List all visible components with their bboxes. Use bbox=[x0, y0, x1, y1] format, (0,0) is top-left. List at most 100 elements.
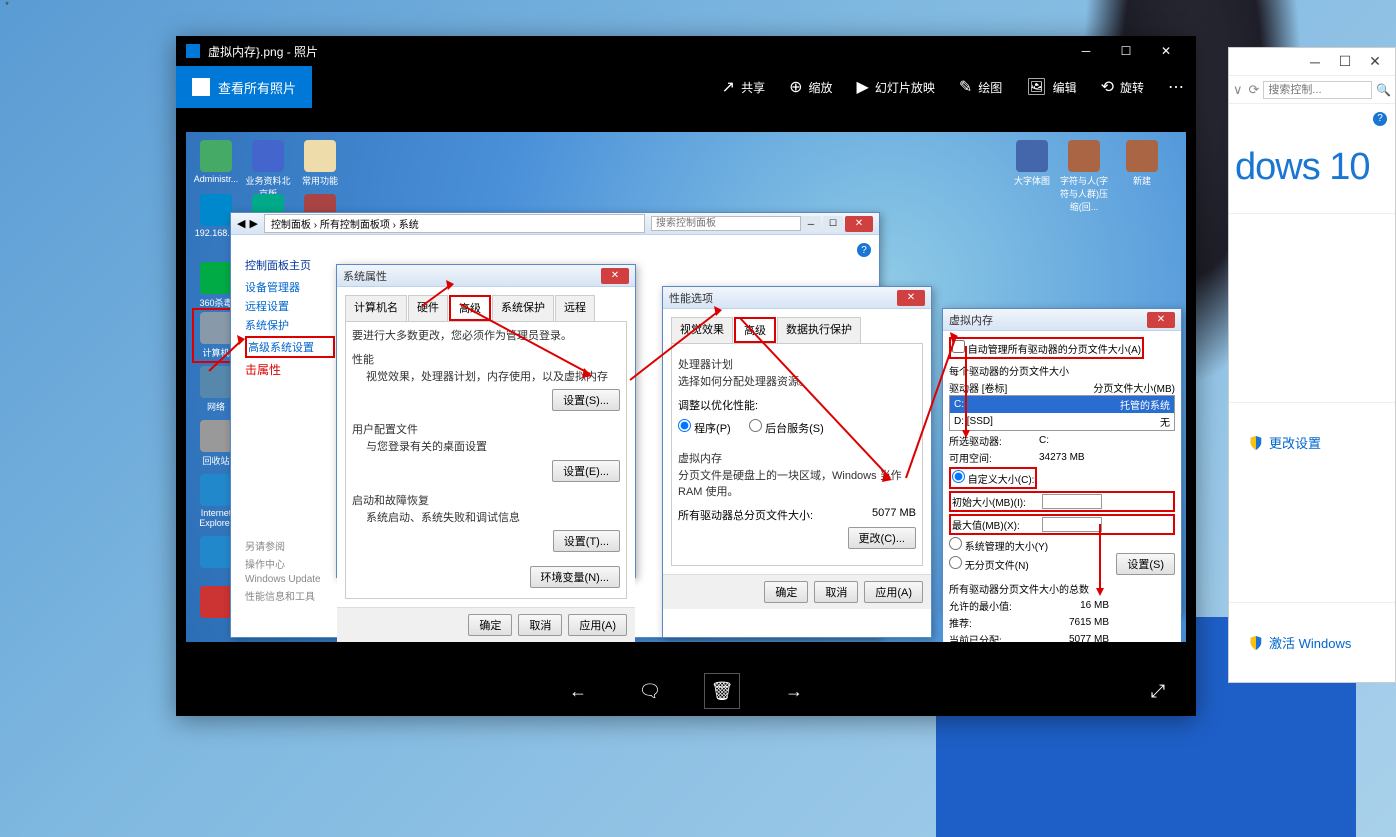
total-label: 所有驱动器总分页文件大小: bbox=[678, 507, 813, 523]
desktop-icon[interactable]: Administr... bbox=[192, 140, 240, 184]
change-settings-link[interactable]: 更改设置 bbox=[1229, 427, 1395, 458]
close-button[interactable]: ✕ bbox=[845, 216, 873, 232]
apply-button[interactable]: 应用(A) bbox=[864, 581, 923, 603]
init-size-input[interactable] bbox=[1042, 494, 1102, 509]
nav-forward-icon[interactable]: ▶ bbox=[249, 217, 257, 230]
change-button[interactable]: 更改(C)... bbox=[848, 527, 916, 549]
delete-button[interactable]: 🗑 bbox=[704, 673, 740, 709]
desktop-icon[interactable]: 新建 bbox=[1118, 140, 1166, 187]
sidebar-link[interactable]: 设备管理器 bbox=[245, 279, 335, 295]
drive-list[interactable]: C:托管的系统 D: [SSD]无 bbox=[949, 395, 1175, 431]
tab[interactable]: 远程 bbox=[555, 295, 595, 321]
help-icon[interactable]: ? bbox=[857, 243, 871, 257]
search-input[interactable] bbox=[1263, 81, 1372, 99]
group-desc: 分页文件是硬盘上的一块区域，Windows 当作 RAM 使用。 bbox=[678, 468, 916, 501]
tab[interactable]: 硬件 bbox=[408, 295, 448, 321]
total-value: 5077 MB bbox=[872, 507, 916, 523]
dialog-title: 系统属性 bbox=[343, 268, 601, 284]
help-icon[interactable]: ? bbox=[1373, 112, 1387, 126]
group-title: 性能 bbox=[352, 351, 620, 367]
max-size-input[interactable] bbox=[1042, 517, 1102, 532]
desktop-icon[interactable]: 业务资料北京版 bbox=[244, 140, 292, 200]
close-button[interactable]: ✕ bbox=[897, 290, 925, 306]
set-button[interactable]: 设置(S) bbox=[1116, 553, 1175, 575]
no-page-radio[interactable]: 无分页文件(N) bbox=[949, 556, 1116, 572]
fullscreen-button[interactable]: ⤢ bbox=[1140, 673, 1176, 709]
tab[interactable]: 视觉效果 bbox=[671, 317, 733, 343]
annotation-text: 击属性 bbox=[245, 361, 335, 378]
zoom-button[interactable]: ⊕缩放 bbox=[777, 66, 844, 108]
previous-button[interactable]: ← bbox=[560, 673, 596, 709]
tab-advanced[interactable]: 高级 bbox=[734, 317, 776, 343]
close-button[interactable]: ✕ bbox=[601, 268, 629, 284]
refresh-icon[interactable]: ⟳ bbox=[1249, 82, 1260, 98]
draw-button[interactable]: ✎绘图 bbox=[947, 66, 1014, 108]
dropdown-icon[interactable]: ∨ bbox=[1233, 82, 1243, 98]
group-desc: 选择如何分配处理器资源。 bbox=[678, 374, 916, 391]
sys-managed-radio[interactable]: 系统管理的大小(Y) bbox=[949, 542, 1048, 553]
minimize-button[interactable]: ─ bbox=[801, 216, 821, 232]
desktop-icon[interactable]: 字符与人(字符与人群)压缩(回... bbox=[1058, 140, 1110, 213]
maximize-button[interactable]: ☐ bbox=[823, 216, 843, 232]
rec-label: 推荐: bbox=[949, 615, 1039, 630]
sidebar-link[interactable]: 操作中心 bbox=[245, 556, 335, 571]
tab[interactable]: 计算机名 bbox=[345, 295, 407, 321]
photos-toolbar: 查看所有照片 ↗共享 ⊕缩放 ▶幻灯片放映 ✎绘图 🖼编辑 ⟲旋转 ⋯ bbox=[176, 66, 1196, 108]
view-all-photos-button[interactable]: 查看所有照片 bbox=[176, 66, 312, 108]
more-button[interactable]: ⋯ bbox=[1156, 66, 1196, 108]
search-icon[interactable]: 🔍 bbox=[1376, 83, 1391, 97]
cancel-button[interactable]: 取消 bbox=[518, 614, 562, 636]
close-button[interactable]: ✕ bbox=[1146, 37, 1186, 65]
sidebar-link[interactable]: 性能信息和工具 bbox=[245, 588, 335, 603]
close-button[interactable]: ✕ bbox=[1147, 312, 1175, 328]
edit-icon: 🖼 bbox=[1026, 77, 1046, 97]
sidebar-link[interactable]: 远程设置 bbox=[245, 298, 335, 314]
services-radio[interactable]: 后台服务(S) bbox=[749, 423, 824, 435]
activate-windows-link[interactable]: 激活 Windows bbox=[1229, 627, 1395, 658]
edit-button[interactable]: 🖼编辑 bbox=[1014, 66, 1088, 108]
desktop-icon[interactable]: 大字体图 bbox=[1008, 140, 1056, 187]
group-title: 处理器计划 bbox=[678, 356, 916, 372]
tab[interactable]: 数据执行保护 bbox=[777, 317, 861, 343]
desktop-icon[interactable]: 常用功能 bbox=[296, 140, 344, 187]
settings-button[interactable]: 设置(T)... bbox=[553, 530, 620, 552]
minimize-button[interactable]: ─ bbox=[1309, 56, 1321, 68]
group-desc: 视觉效果，处理器计划，内存使用，以及虚拟内存 bbox=[352, 369, 620, 386]
maximize-button[interactable]: ☐ bbox=[1339, 56, 1351, 68]
nav-back-icon[interactable]: ◀ bbox=[237, 217, 245, 230]
search-input[interactable] bbox=[651, 216, 801, 231]
cancel-button[interactable]: 取消 bbox=[814, 581, 858, 603]
drive-row: C:托管的系统 bbox=[950, 396, 1174, 413]
close-button[interactable]: ✕ bbox=[1369, 56, 1381, 68]
sidebar-link[interactable]: 系统保护 bbox=[245, 317, 335, 333]
shield-icon bbox=[1249, 436, 1263, 450]
advanced-system-settings-link[interactable]: 高级系统设置 bbox=[245, 336, 335, 358]
settings-button[interactable]: 设置(S)... bbox=[552, 389, 620, 411]
performance-options-dialog: 性能选项✕ 视觉效果 高级 数据执行保护 处理器计划 选择如何分配处理器资源。 … bbox=[662, 286, 932, 638]
env-vars-button[interactable]: 环境变量(N)... bbox=[530, 566, 620, 588]
next-button[interactable]: → bbox=[776, 673, 812, 709]
share-button[interactable]: ↗共享 bbox=[710, 66, 777, 108]
custom-size-radio[interactable]: 自定义大小(C): bbox=[949, 467, 1037, 489]
programs-radio[interactable]: 程序(P) bbox=[678, 423, 731, 435]
breadcrumb[interactable]: 控制面板 › 所有控制面板项 › 系统 bbox=[264, 214, 645, 233]
see-also-title: 另请参阅 bbox=[245, 538, 335, 553]
comment-button[interactable]: 🗨 bbox=[632, 673, 668, 709]
ok-button[interactable]: 确定 bbox=[468, 614, 512, 636]
maximize-button[interactable]: ☐ bbox=[1106, 37, 1146, 65]
sidebar-link[interactable]: Windows Update bbox=[245, 574, 335, 585]
slideshow-button[interactable]: ▶幻灯片放映 bbox=[845, 66, 947, 108]
ok-button[interactable]: 确定 bbox=[764, 581, 808, 603]
group-desc: 与您登录有关的桌面设置 bbox=[352, 439, 620, 456]
tab-advanced[interactable]: 高级 bbox=[449, 295, 491, 321]
selected-label: 所选驱动器: bbox=[949, 433, 1039, 448]
auto-manage-checkbox[interactable]: 自动管理所有驱动器的分页文件大小(A) bbox=[949, 337, 1144, 359]
tab[interactable]: 系统保护 bbox=[492, 295, 554, 321]
minimize-button[interactable]: ─ bbox=[1066, 37, 1106, 65]
cur-label: 当前已分配: bbox=[949, 632, 1039, 642]
init-label: 初始大小(MB)(I): bbox=[952, 494, 1042, 509]
settings-button[interactable]: 设置(E)... bbox=[552, 460, 620, 482]
rotate-button[interactable]: ⟲旋转 bbox=[1089, 66, 1156, 108]
min-label: 允许的最小值: bbox=[949, 598, 1039, 613]
apply-button[interactable]: 应用(A) bbox=[568, 614, 627, 636]
